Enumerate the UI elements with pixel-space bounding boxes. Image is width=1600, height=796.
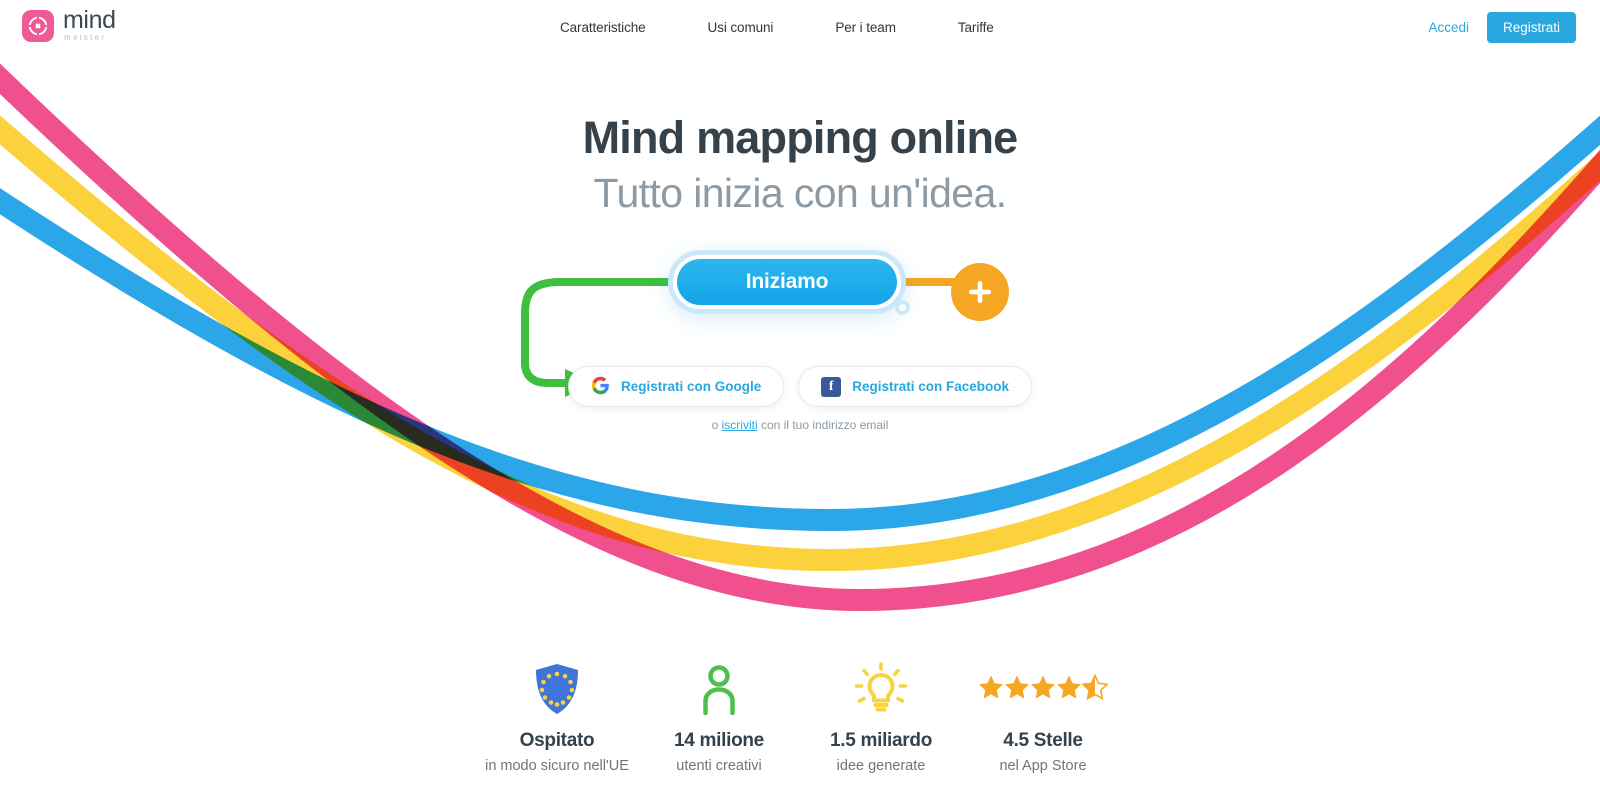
site-header: mind meister Caratteristiche Usi comuni … [0,0,1600,54]
eu-shield-icon [476,660,638,718]
email-signup-link[interactable]: iscriviti [722,418,758,432]
main-navigation: Caratteristiche Usi comuni Per i team Ta… [560,0,994,54]
login-link[interactable]: Accedi [1428,20,1469,35]
stat-label-hosting: in modo sicuro nell'UE [485,758,629,774]
signup-with-facebook-button[interactable]: f Registrati con Facebook [798,366,1033,407]
get-started-button[interactable]: Iniziamo [677,258,897,305]
hero-section: Mind mapping online Tutto inizia con un'… [0,0,1600,432]
stat-value-users: 14 milione [674,730,764,751]
person-icon [638,660,800,718]
stat-label-ideas: idee generate [836,758,926,774]
email-signup-prefix: o [711,418,722,432]
header-actions: Accedi Registrati [1428,0,1576,54]
plus-icon [968,280,992,304]
brand-wordmark: mind meister [63,8,116,42]
mindmap-glyph-icon [28,16,48,36]
nav-item-caratteristiche[interactable]: Caratteristiche [560,20,646,35]
stat-value-rating: 4.5 Stelle [1003,730,1083,751]
social-signup-row: Registrati con Google f Registrati con F… [0,366,1600,407]
stat-value-hosting: Ospitato [519,730,595,751]
stats-section: Ospitato in modo sicuro nell'UE 14 milio… [0,660,1600,774]
signup-with-google-button[interactable]: Registrati con Google [567,366,785,407]
stat-label-users: utenti creativi [676,758,762,774]
lightbulb-icon [800,660,962,718]
stat-item-rating: 4.5 Stelle nel App Store [962,660,1124,774]
cta-node-area: Iniziamo [0,241,1600,397]
cta-resize-handle[interactable] [895,299,910,315]
google-signup-label: Registrati con Google [620,379,762,394]
star-rating-icon [962,660,1124,718]
mindmeister-logo-icon [22,10,54,42]
email-signup-suffix: con il tuo indirizzo email [757,418,889,432]
signup-button[interactable]: Registrati [1486,11,1576,43]
facebook-icon: f [821,376,842,397]
email-signup-line: o iscriviti con il tuo indirizzo email [0,418,1600,432]
brand-suffix: meister [64,33,107,42]
add-node-button[interactable] [951,263,1009,321]
nav-item-tariffe[interactable]: Tariffe [958,20,994,35]
stat-label-rating: nel App Store [999,758,1087,774]
brand-logo[interactable]: mind meister [22,8,116,42]
nav-item-usi-comuni[interactable]: Usi comuni [708,20,774,35]
page-subtitle: Tutto inizia con un'idea. [593,169,1008,216]
google-icon [591,376,610,398]
brand-name: mind [63,6,116,34]
page-root: mind meister Caratteristiche Usi comuni … [0,0,1600,796]
stat-item-hosting: Ospitato in modo sicuro nell'UE [476,660,638,774]
stat-value-ideas: 1.5 miliardo [830,730,932,751]
stat-item-ideas: 1.5 miliardo idee generate [800,660,962,774]
page-title: Mind mapping online [582,112,1019,163]
stat-item-users: 14 milione utenti creativi [638,660,800,774]
facebook-signup-label: Registrati con Facebook [852,379,1010,394]
nav-item-per-i-team[interactable]: Per i team [835,20,896,35]
